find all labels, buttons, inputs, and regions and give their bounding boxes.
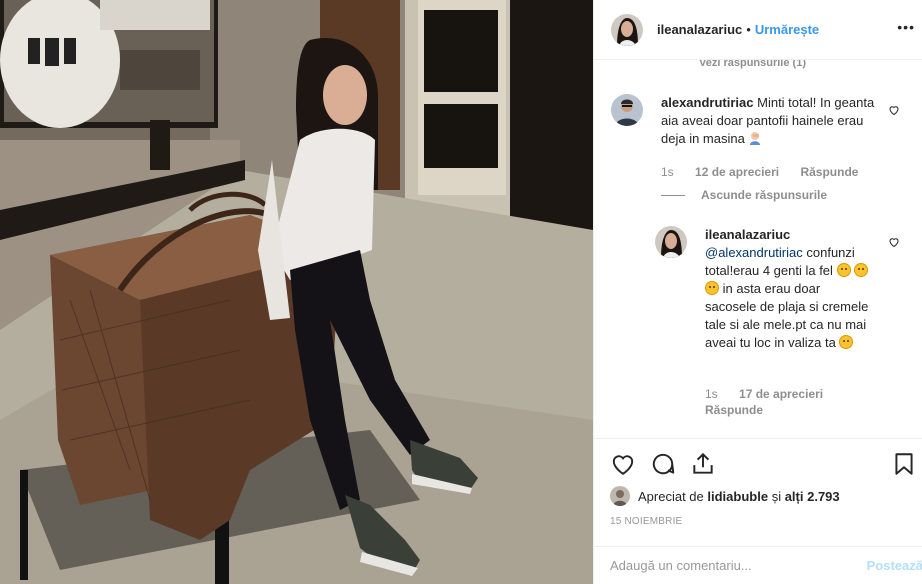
comment-item: alexandrutiriac Minti total! In geanta a… [611, 94, 891, 148]
add-comment-bar: Postează [594, 546, 922, 584]
follow-button[interactable]: Urmărește [755, 22, 819, 37]
hide-replies-label: Ascunde răspunsurile [701, 188, 828, 202]
reply-mention[interactable]: @alexandrutiriac [705, 245, 803, 260]
hide-replies-button[interactable]: Ascunde răspunsurile [661, 188, 827, 202]
view-replies-link[interactable]: Vezi răspunsurile (1) [699, 60, 806, 69]
author-username[interactable]: ileanalazariuc [657, 22, 742, 37]
grimacing-emoji-icon [836, 263, 851, 277]
smirk-emoji-icon [839, 335, 854, 349]
comment-input[interactable] [610, 558, 850, 573]
liked-by-row: Apreciat de lidiabuble și alți 2.793 [610, 486, 840, 506]
bookmark-icon[interactable] [891, 451, 917, 477]
more-options-icon[interactable]: ••• [897, 20, 915, 34]
grimacing-emoji-icon [854, 263, 869, 277]
reply-button[interactable]: Răspunde [800, 165, 858, 179]
post-comment-button[interactable]: Postează [867, 558, 922, 573]
reply-item: ileanalazariuc @alexandrutiriac confunzi… [655, 226, 895, 352]
divider-line [661, 194, 685, 196]
header-separator: • [746, 22, 751, 37]
post-photo[interactable] [0, 0, 593, 584]
reply-username[interactable]: ileanalazariuc [705, 227, 790, 242]
commenter-avatar[interactable] [611, 94, 643, 126]
reply-reply-button[interactable]: Răspunde [705, 403, 763, 417]
reply-body: ileanalazariuc @alexandrutiriac confunzi… [705, 226, 869, 352]
person-facepalming-emoji-icon [748, 131, 762, 145]
author-avatar[interactable] [611, 13, 643, 46]
comment-body: alexandrutiriac Minti total! In geanta a… [661, 94, 887, 148]
comment-time: 1s [661, 165, 674, 179]
liked-by-user[interactable]: lidiabuble [707, 489, 768, 504]
share-icon[interactable] [690, 451, 716, 477]
comment-meta: 1s 12 de aprecieri Răspunde [661, 165, 876, 179]
comment-username[interactable]: alexandrutiriac [661, 95, 754, 110]
reply-time: 1s [705, 387, 718, 401]
liker-avatar[interactable] [610, 486, 630, 506]
post-date[interactable]: 15 NOIEMBRIE [610, 516, 682, 527]
like-reply-heart-icon[interactable] [888, 236, 900, 248]
post-image [0, 0, 593, 584]
reply-likes[interactable]: 17 de aprecieri [739, 387, 823, 401]
like-comment-heart-icon[interactable] [888, 104, 900, 116]
flushed-emoji-icon [705, 281, 719, 295]
comment-icon[interactable] [650, 451, 676, 477]
comment-likes[interactable]: 12 de aprecieri [695, 165, 779, 179]
liked-by-mid: și [771, 488, 782, 504]
reply-meta: 1s 17 de aprecieri [705, 387, 841, 401]
heart-icon[interactable] [610, 451, 636, 477]
post-actions: Apreciat de lidiabuble și alți 2.793 15 … [594, 438, 922, 546]
liked-by-prefix: Apreciat de [638, 488, 704, 504]
comments-list[interactable]: Vezi răspunsurile (1) alexandrutiriac Mi… [594, 60, 922, 438]
reply-author-avatar[interactable] [655, 226, 687, 258]
liked-by-others[interactable]: alți 2.793 [785, 489, 840, 504]
post-header: ileanalazariuc • Urmărește ••• [594, 0, 922, 60]
post-side-panel: ileanalazariuc • Urmărește ••• Vezi răsp… [593, 0, 922, 584]
